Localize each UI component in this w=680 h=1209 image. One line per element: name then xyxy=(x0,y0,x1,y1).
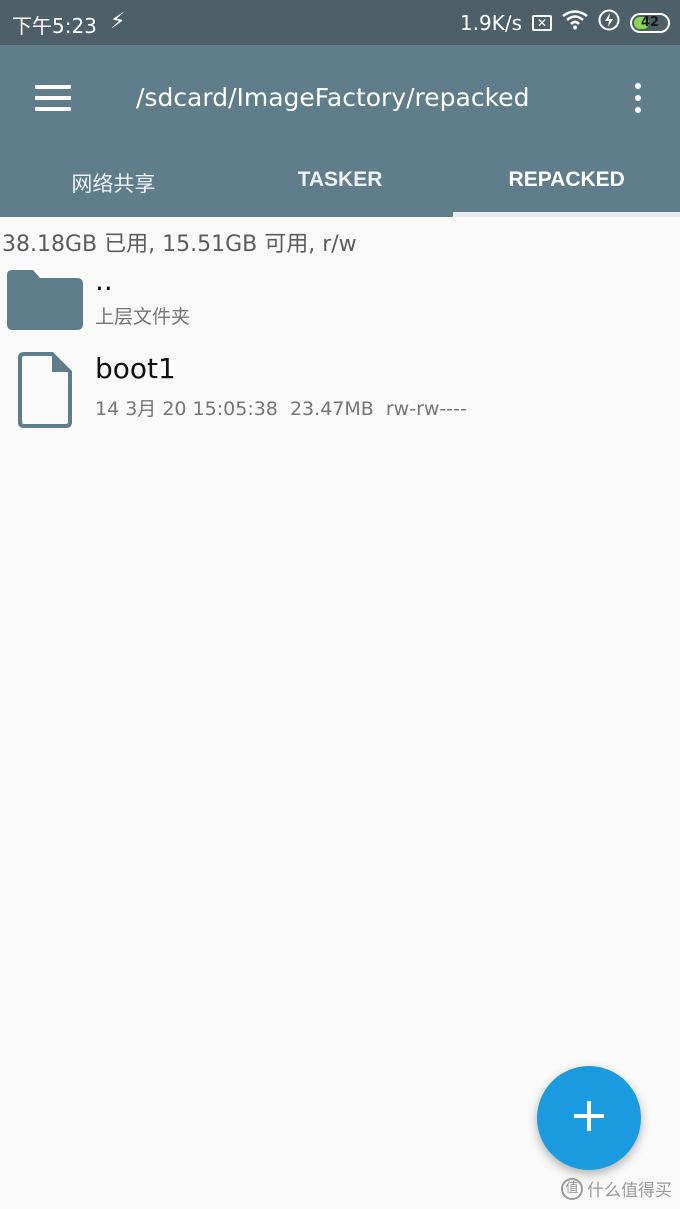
charging-icon xyxy=(598,9,620,36)
status-right-group: 1.9K/s ✕ 42 xyxy=(460,9,670,36)
current-path-title: /sdcard/ImageFactory/repacked xyxy=(136,83,530,112)
flash-icon: ⚡ xyxy=(110,9,126,34)
battery-icon: 42 xyxy=(630,12,670,33)
hamburger-menu-icon[interactable] xyxy=(35,85,71,111)
no-sim-icon: ✕ xyxy=(532,14,552,31)
wifi-icon xyxy=(562,10,588,35)
plus-icon xyxy=(574,1101,604,1135)
item-detail: 14 3月 20 15:05:38 23.47MB rw-rw---- xyxy=(95,398,467,420)
watermark-text: 什么值得买 xyxy=(587,1181,672,1201)
app-bar: /sdcard/ImageFactory/repacked 网络共享 TASKE… xyxy=(0,45,680,217)
add-fab-button[interactable] xyxy=(537,1066,641,1170)
folder-icon xyxy=(7,270,83,334)
more-vert-icon[interactable] xyxy=(632,83,644,115)
list-item-file[interactable]: boot1 14 3月 20 15:05:38 23.47MB rw-rw---… xyxy=(0,346,680,428)
file-icon xyxy=(18,352,72,432)
list-item-parent-folder[interactable]: .. 上层文件夹 xyxy=(0,262,680,342)
tab-repacked[interactable]: REPACKED xyxy=(453,158,680,217)
watermark-logo: 值 xyxy=(561,1177,583,1200)
network-speed: 1.9K/s xyxy=(459,10,522,35)
item-detail: 上层文件夹 xyxy=(95,306,191,328)
tab-tasker[interactable]: TASKER xyxy=(227,158,454,217)
watermark: 值 什么值得买 xyxy=(561,1176,672,1201)
storage-info: 38.18GB 已用, 15.51GB 可用, r/w xyxy=(2,232,357,257)
item-name: boot1 xyxy=(95,352,176,385)
tab-network-share[interactable]: 网络共享 xyxy=(0,158,227,217)
status-bar: 下午5:23 ⚡ 1.9K/s ✕ 42 xyxy=(0,0,680,45)
status-time: 下午5:23 xyxy=(12,14,97,38)
tab-bar: 网络共享 TASKER REPACKED xyxy=(0,158,680,217)
battery-level: 42 xyxy=(640,15,660,30)
item-name: .. xyxy=(95,264,113,297)
